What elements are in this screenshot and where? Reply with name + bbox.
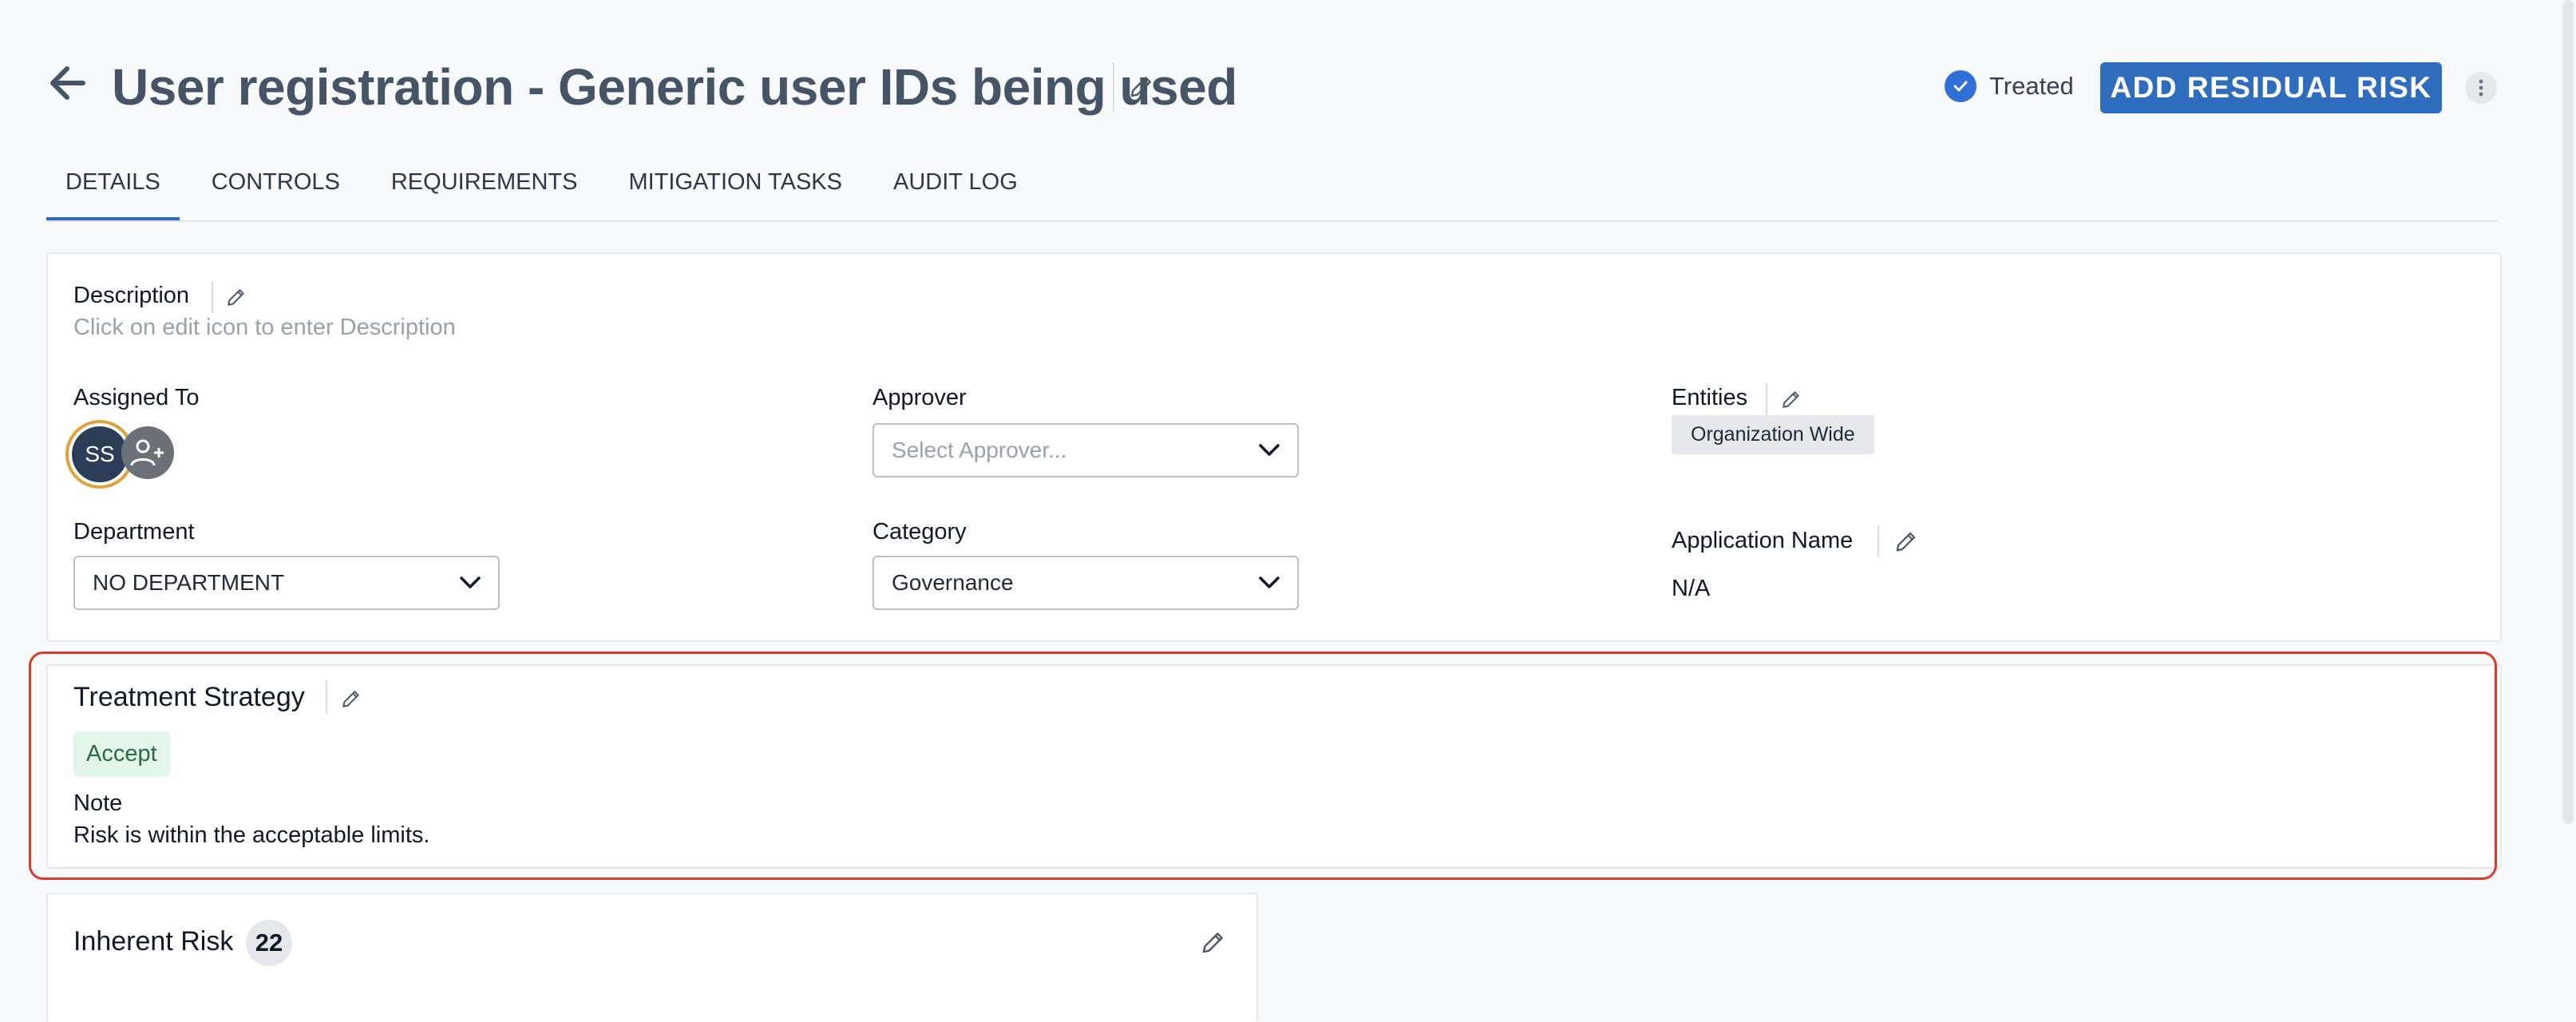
edit-application-name-button[interactable] — [1892, 527, 1921, 556]
tabs-divider — [46, 220, 2499, 222]
tab-mitigation-tasks[interactable]: MITIGATION TASKS — [610, 160, 861, 220]
assigned-to-label: Assigned To — [73, 385, 200, 410]
status-label: Treated — [1989, 72, 2074, 100]
department-select[interactable]: NO DEPARTMENT — [73, 556, 500, 610]
inherent-risk-card — [46, 893, 1258, 1022]
approver-placeholder: Select Approver... — [892, 438, 1067, 462]
more-options-button[interactable] — [2465, 72, 2497, 104]
application-name-divider — [1878, 525, 1879, 557]
avatar[interactable]: SS — [72, 426, 128, 482]
check-circle-icon — [1945, 70, 1977, 102]
pencil-icon — [228, 289, 244, 306]
chevron-down-icon — [460, 576, 481, 588]
tab-details[interactable]: DETAILS — [46, 160, 180, 220]
pencil-icon — [1896, 532, 1916, 552]
add-assignee-button[interactable] — [121, 426, 174, 479]
arrow-left-icon — [50, 66, 85, 100]
description-divider — [212, 281, 213, 313]
pencil-icon — [1783, 391, 1799, 408]
tab-audit-log[interactable]: AUDIT LOG — [874, 160, 1037, 220]
tab-controls[interactable]: CONTROLS — [192, 160, 359, 220]
application-name-label: Application Name — [1672, 528, 1854, 553]
tab-requirements[interactable]: REQUIREMENTS — [372, 160, 597, 220]
add-residual-risk-button[interactable]: ADD RESIDUAL RISK — [2100, 62, 2442, 113]
scrollbar[interactable] — [2562, 0, 2574, 824]
inherent-risk-title: Inherent Risk — [73, 926, 234, 957]
edit-entities-button[interactable] — [1777, 385, 1806, 414]
category-select[interactable]: Governance — [873, 556, 1299, 610]
tab-bar: DETAILS CONTROLS REQUIREMENTS MITIGATION… — [46, 160, 1050, 220]
category-value: Governance — [892, 570, 1014, 595]
pencil-icon — [1130, 77, 1151, 97]
back-button[interactable] — [45, 61, 89, 105]
more-vertical-icon — [2479, 79, 2483, 97]
approver-label: Approver — [873, 385, 967, 410]
pencil-icon — [1202, 933, 1223, 953]
approver-select[interactable]: Select Approver... — [873, 423, 1299, 477]
inherent-risk-score: 22 — [246, 920, 292, 966]
department-label: Department — [73, 519, 195, 545]
edit-inherent-risk-button[interactable] — [1199, 928, 1228, 957]
edit-description-button[interactable] — [222, 283, 251, 311]
entity-tag: Organization Wide — [1672, 415, 1874, 454]
department-value: NO DEPARTMENT — [93, 570, 285, 595]
edit-title-button[interactable] — [1124, 69, 1159, 104]
status-indicator: Treated — [1945, 69, 2074, 104]
chevron-down-icon — [1259, 576, 1280, 588]
description-placeholder: Click on edit icon to enter Description — [73, 315, 456, 340]
page-title: User registration - Generic user IDs bei… — [112, 58, 1237, 116]
description-label: Description — [73, 283, 190, 308]
application-name-value: N/A — [1672, 576, 1711, 601]
entities-label: Entities — [1672, 385, 1748, 410]
title-divider — [1113, 62, 1114, 112]
category-label: Category — [873, 519, 967, 545]
highlight-outline — [29, 652, 2497, 880]
user-add-icon — [130, 439, 164, 466]
chevron-down-icon — [1259, 444, 1280, 456]
entities-divider — [1766, 383, 1767, 415]
